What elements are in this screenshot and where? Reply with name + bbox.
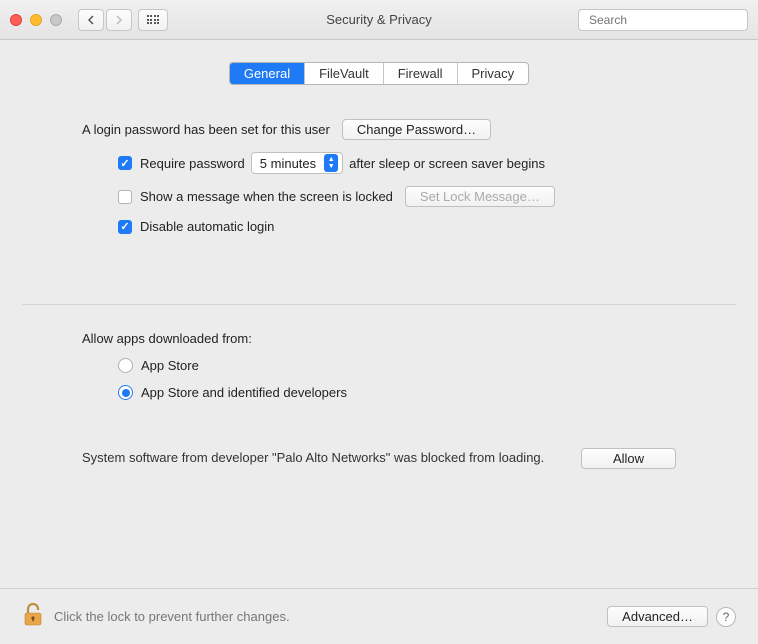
require-password-checkbox[interactable]	[118, 156, 132, 170]
radio-identified-label: App Store and identified developers	[141, 385, 347, 400]
show-message-label: Show a message when the screen is locked	[140, 189, 393, 204]
show-message-checkbox[interactable]	[118, 190, 132, 204]
allow-apps-header: Allow apps downloaded from:	[82, 331, 676, 346]
lock-text: Click the lock to prevent further change…	[54, 609, 290, 624]
zoom-window-button	[50, 14, 62, 26]
lock-area[interactable]: Click the lock to prevent further change…	[22, 602, 290, 631]
show-all-button[interactable]	[138, 9, 168, 31]
allow-apps-radio-group: App Store App Store and identified devel…	[82, 358, 676, 400]
minimize-window-button[interactable]	[30, 14, 42, 26]
allow-apps-option-identified[interactable]: App Store and identified developers	[118, 385, 676, 400]
radio-identified-developers[interactable]	[118, 385, 133, 400]
general-panel: A login password has been set for this u…	[22, 85, 736, 469]
back-button[interactable]	[78, 9, 104, 31]
allow-apps-option-appstore[interactable]: App Store	[118, 358, 676, 373]
help-button[interactable]: ?	[716, 607, 736, 627]
content-area: General FileVault Firewall Privacy A log…	[0, 62, 758, 469]
tab-filevault[interactable]: FileVault	[305, 63, 384, 84]
radio-app-store-label: App Store	[141, 358, 199, 373]
search-field[interactable]	[578, 9, 748, 31]
lock-icon	[22, 602, 44, 631]
disable-auto-login-row: Disable automatic login	[82, 219, 676, 234]
change-password-button[interactable]: Change Password…	[342, 119, 491, 140]
footer: Click the lock to prevent further change…	[0, 588, 758, 644]
radio-app-store[interactable]	[118, 358, 133, 373]
blocked-software-row: System software from developer "Palo Alt…	[82, 448, 676, 469]
close-window-button[interactable]	[10, 14, 22, 26]
set-lock-message-button: Set Lock Message…	[405, 186, 555, 207]
disable-auto-login-checkbox[interactable]	[118, 220, 132, 234]
divider	[22, 304, 736, 305]
titlebar: Security & Privacy	[0, 0, 758, 40]
stepper-icon: ▲▼	[324, 154, 338, 172]
require-password-delay-value: 5 minutes	[260, 156, 316, 171]
tab-privacy[interactable]: Privacy	[458, 63, 529, 84]
tab-firewall[interactable]: Firewall	[384, 63, 458, 84]
tab-general[interactable]: General	[230, 63, 305, 84]
login-password-text: A login password has been set for this u…	[82, 122, 330, 137]
allow-button[interactable]: Allow	[581, 448, 676, 469]
grid-icon	[147, 15, 160, 24]
traffic-lights	[10, 14, 62, 26]
forward-button[interactable]	[106, 9, 132, 31]
footer-right: Advanced… ?	[607, 606, 736, 627]
login-password-row: A login password has been set for this u…	[82, 119, 676, 140]
window-title: Security & Privacy	[326, 12, 431, 27]
tab-bar: General FileVault Firewall Privacy	[22, 62, 736, 85]
advanced-button[interactable]: Advanced…	[607, 606, 708, 627]
require-password-row: Require password 5 minutes ▲▼ after slee…	[82, 152, 676, 174]
show-message-row: Show a message when the screen is locked…	[82, 186, 676, 207]
require-password-suffix: after sleep or screen saver begins	[349, 156, 545, 171]
disable-auto-login-label: Disable automatic login	[140, 219, 274, 234]
segmented-tabs: General FileVault Firewall Privacy	[229, 62, 529, 85]
blocked-software-text: System software from developer "Palo Alt…	[82, 448, 581, 468]
search-input[interactable]	[589, 13, 744, 27]
require-password-label: Require password	[140, 156, 245, 171]
require-password-delay-select[interactable]: 5 minutes ▲▼	[251, 152, 343, 174]
nav-buttons	[78, 9, 132, 31]
